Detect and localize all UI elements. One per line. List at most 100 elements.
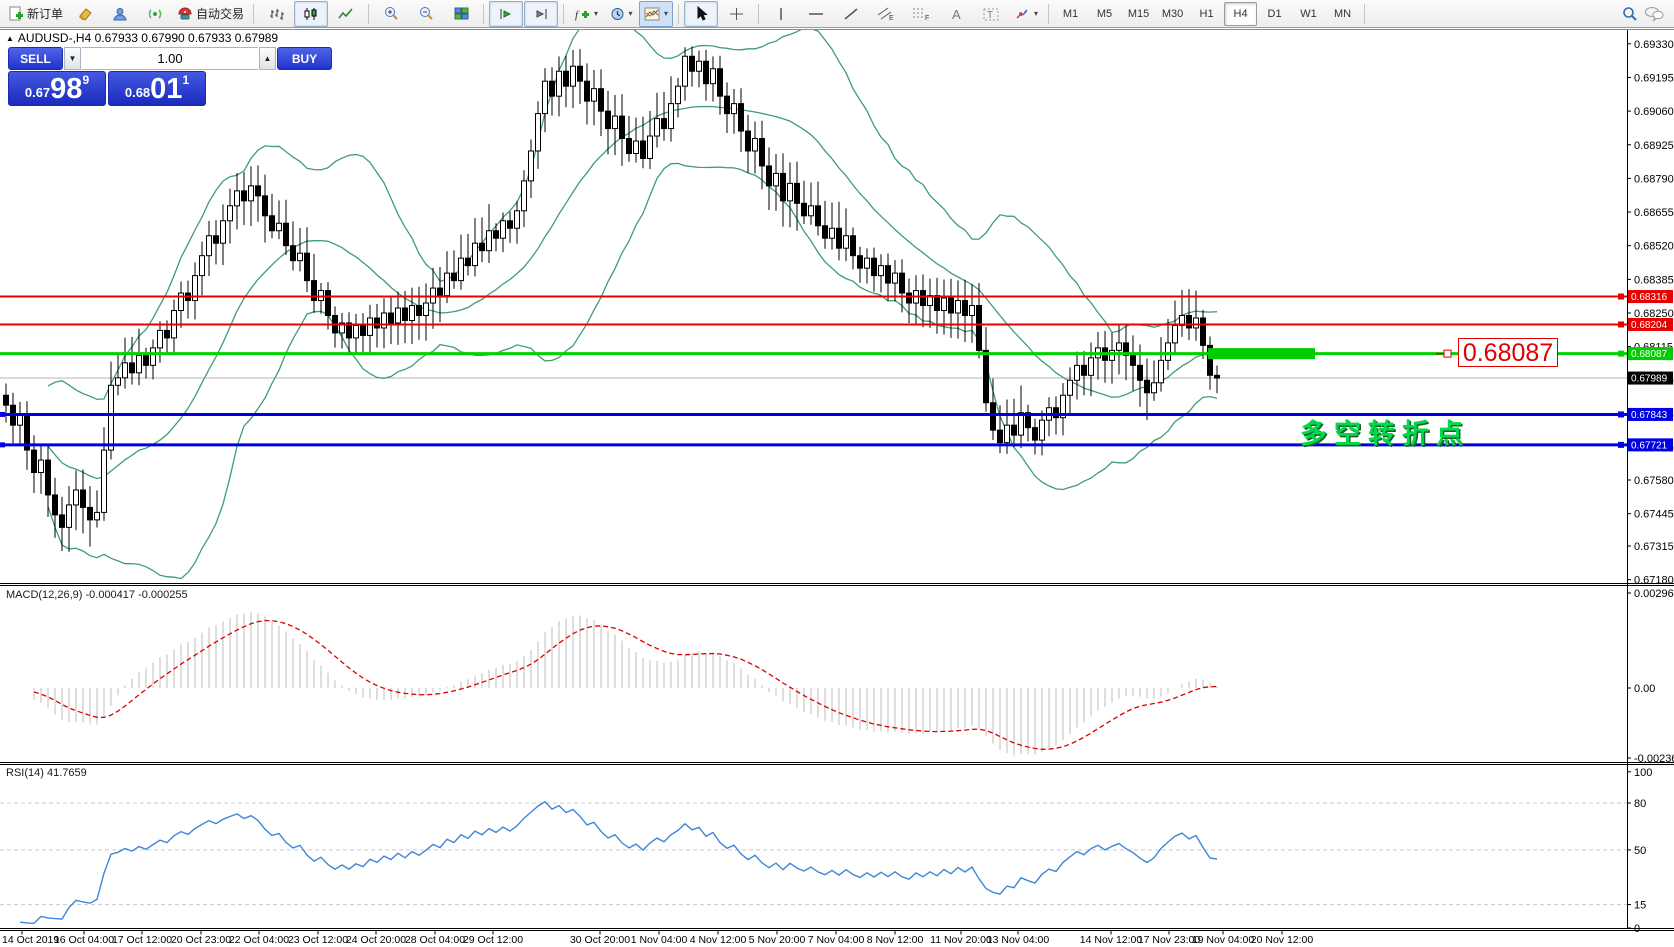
svg-text:0.67180: 0.67180 — [1634, 575, 1674, 587]
timeframe-mn-button[interactable]: MN — [1326, 2, 1359, 26]
equidistant-channel-button[interactable]: E — [869, 1, 903, 27]
tile-windows-button[interactable] — [444, 1, 478, 27]
auto-scroll-icon — [498, 7, 514, 21]
svg-text:0.67580: 0.67580 — [1634, 475, 1674, 487]
horizontal-line-button[interactable] — [799, 1, 833, 27]
separator — [253, 4, 254, 24]
timeframe-m1-button[interactable]: M1 — [1054, 2, 1087, 26]
new-order-button[interactable]: 新订单 — [4, 1, 67, 27]
buy-price-prefix: 0.68 — [125, 85, 150, 100]
volume-input[interactable] — [82, 47, 258, 70]
svg-text:30 Oct 20:00: 30 Oct 20:00 — [570, 934, 630, 946]
chat-icon[interactable] — [1644, 6, 1664, 21]
price-callout-box[interactable]: 0.68087 — [1458, 338, 1558, 367]
timeframe-h1-button[interactable]: H1 — [1190, 2, 1223, 26]
arrows-dropdown-caret[interactable]: ▾ — [1034, 9, 1038, 18]
svg-text:29 Oct 12:00: 29 Oct 12:00 — [463, 934, 523, 946]
svg-text:14 Oct 2019: 14 Oct 2019 — [2, 934, 59, 946]
svg-text:0.69330: 0.69330 — [1634, 39, 1674, 51]
svg-text:F: F — [925, 15, 929, 21]
annotation-text[interactable]: 多空转折点 — [1300, 412, 1470, 451]
svg-text:0.67315: 0.67315 — [1634, 541, 1674, 553]
zoom-out-button[interactable] — [409, 1, 443, 27]
templates-button[interactable]: ▾ — [639, 1, 673, 27]
vertical-line-button[interactable] — [764, 1, 798, 27]
rsi-indicator-label: RSI(14) 41.7659 — [6, 767, 87, 779]
svg-text:100: 100 — [1634, 767, 1652, 779]
search-icon[interactable] — [1622, 6, 1638, 22]
separator — [1364, 4, 1365, 24]
separator — [1048, 4, 1049, 24]
expander-icon[interactable]: ▲ — [6, 34, 14, 43]
sell-price-panel[interactable]: 0.67989 — [8, 71, 106, 106]
zoom-out-icon — [418, 6, 434, 21]
svg-text:-0.002363: -0.002363 — [1634, 753, 1674, 765]
fibonacci-button[interactable]: F — [904, 1, 938, 27]
chart-shift-button[interactable] — [524, 1, 558, 27]
buy-price-panel[interactable]: 0.68011 — [108, 71, 206, 106]
signals-button[interactable] — [138, 1, 172, 27]
signal-icon — [147, 7, 163, 21]
sell-button[interactable]: SELL — [8, 47, 63, 70]
timeframe-w1-button[interactable]: W1 — [1292, 2, 1325, 26]
candlestick-chart-button[interactable] — [294, 1, 328, 27]
symbol-ohlc-label: ▲AUDUSD-,H4 0.67933 0.67990 0.67933 0.67… — [6, 31, 278, 45]
text-button[interactable]: A — [939, 1, 973, 27]
timeframe-d1-button[interactable]: D1 — [1258, 2, 1291, 26]
separator — [483, 4, 484, 24]
macd-indicator-label: MACD(12,26,9) -0.000417 -0.000255 — [6, 589, 188, 601]
crosshair-icon — [729, 7, 744, 21]
svg-text:24 Oct 20:00: 24 Oct 20:00 — [346, 934, 406, 946]
svg-text:20 Oct 23:00: 20 Oct 23:00 — [171, 934, 231, 946]
zoom-in-button[interactable] — [374, 1, 408, 27]
svg-text:0.68316: 0.68316 — [1631, 292, 1668, 303]
chart-canvas[interactable]: 0.693300.691950.690600.689250.687900.686… — [0, 28, 1674, 947]
volume-decrease-button[interactable]: ▼ — [64, 47, 81, 70]
autotrading-label: 自动交易 — [196, 5, 244, 22]
periods-dropdown-caret[interactable]: ▾ — [629, 9, 633, 18]
templates-dropdown-caret[interactable]: ▾ — [664, 9, 668, 18]
chart-shift-icon — [533, 7, 549, 21]
mt4-window: 新订单 自动交易 — [0, 0, 1674, 947]
volume-increase-button[interactable]: ▲ — [259, 47, 276, 70]
bar-chart-button[interactable] — [259, 1, 293, 27]
arrows-button[interactable]: ▾ — [1009, 1, 1043, 27]
svg-text:0.68790: 0.68790 — [1634, 173, 1674, 185]
clock-icon — [610, 7, 625, 21]
indicators-button[interactable]: f ▾ — [569, 1, 603, 27]
autotrading-button[interactable]: 自动交易 — [173, 1, 248, 27]
indicators-dropdown-caret[interactable]: ▾ — [594, 9, 598, 18]
timeframe-h4-button[interactable]: H4 — [1224, 2, 1257, 26]
svg-text:50: 50 — [1634, 845, 1646, 857]
auto-scroll-button[interactable] — [489, 1, 523, 27]
svg-text:23 Oct 12:00: 23 Oct 12:00 — [288, 934, 348, 946]
toolbar: 新订单 自动交易 — [0, 0, 1674, 28]
svg-text:f: f — [575, 9, 580, 21]
profile-button[interactable] — [103, 1, 137, 27]
svg-text:0.002965: 0.002965 — [1634, 588, 1674, 600]
buy-button[interactable]: BUY — [277, 47, 332, 70]
svg-text:1 Nov 04:00: 1 Nov 04:00 — [631, 934, 688, 946]
line-chart-button[interactable] — [329, 1, 363, 27]
timeframe-m30-button[interactable]: M30 — [1156, 2, 1189, 26]
zoom-in-icon — [383, 6, 399, 21]
cursor-button[interactable] — [684, 1, 718, 27]
svg-text:E: E — [889, 15, 894, 21]
sell-price-prefix: 0.67 — [25, 85, 50, 100]
vertical-line-icon — [775, 7, 787, 21]
timeframe-m15-button[interactable]: M15 — [1122, 2, 1155, 26]
svg-text:0.68204: 0.68204 — [1631, 320, 1668, 331]
fibonacci-icon: F — [912, 6, 930, 21]
svg-text:13 Nov 04:00: 13 Nov 04:00 — [987, 934, 1050, 946]
trendline-button[interactable] — [834, 1, 868, 27]
one-click-trading-panel: SELL ▼ ▲ BUY 0.67989 0.68011 — [8, 47, 206, 106]
periods-button[interactable]: ▾ — [604, 1, 638, 27]
text-label-button[interactable]: T — [974, 1, 1008, 27]
autotrading-icon — [177, 7, 193, 21]
sell-price-sup: 9 — [82, 73, 89, 87]
crosshair-button[interactable] — [719, 1, 753, 27]
timeframe-m5-button[interactable]: M5 — [1088, 2, 1121, 26]
indicators-icon: f — [574, 7, 590, 21]
svg-text:T: T — [987, 10, 993, 21]
eraser-button[interactable] — [68, 1, 102, 27]
